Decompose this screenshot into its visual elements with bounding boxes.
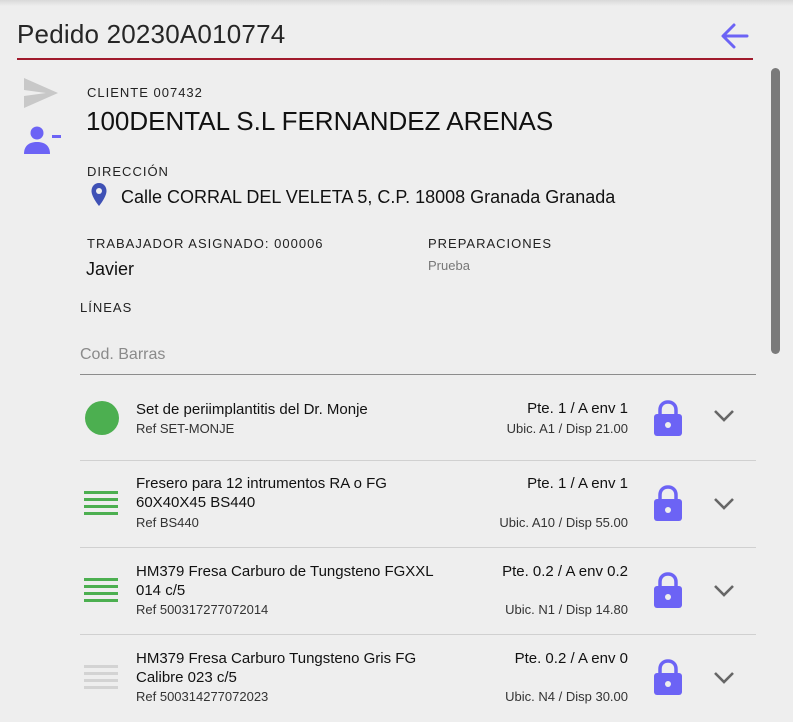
lines-green-icon: [84, 490, 118, 521]
item-name: HM379 Fresa Carburo de Tungsteno FGXXL 0…: [136, 563, 434, 599]
barcode-input[interactable]: [80, 346, 756, 364]
trabajador-label: TRABAJADOR ASIGNADO: 000006: [87, 236, 324, 251]
list-item[interactable]: HM379 Fresa Carburo Tungsteno Gris FG Ca…: [80, 636, 756, 722]
lineas-label: LÍNEAS: [80, 300, 133, 315]
direccion-label: DIRECCIÓN: [87, 164, 169, 179]
cliente-name: 100DENTAL S.L FERNANDEZ ARENAS: [86, 106, 554, 136]
list-item[interactable]: Fresero para 12 intrumentos RA o FG 60X4…: [80, 462, 756, 548]
lines-green-icon: [84, 577, 118, 608]
lock-icon[interactable]: [652, 571, 684, 614]
item-ref: Ref BS440: [136, 515, 199, 530]
item-pending: Pte. 0.2 / A env 0.2: [502, 563, 628, 580]
list-item[interactable]: HM379 Fresa Carburo de Tungsteno FGXXL 0…: [80, 549, 756, 635]
lock-icon[interactable]: [652, 658, 684, 701]
item-name: HM379 Fresa Carburo Tungsteno Gris FG Ca…: [136, 650, 417, 686]
item-pending: Pte. 1 / A env 1: [527, 400, 628, 417]
direccion-value: Calle CORRAL DEL VELETA 5, C.P. 18008 Gr…: [121, 187, 616, 207]
lock-icon[interactable]: [652, 484, 684, 527]
chevron-down-icon[interactable]: [712, 408, 736, 429]
chevron-down-icon[interactable]: [712, 583, 736, 604]
item-name: Set de periimplantitis del Dr. Monje: [136, 401, 368, 418]
item-location: Ubic. A1 / Disp 21.00: [506, 421, 628, 436]
cliente-label: CLIENTE 007432: [87, 85, 203, 100]
item-location: Ubic. N4 / Disp 30.00: [505, 689, 628, 704]
lock-icon[interactable]: [652, 399, 684, 442]
scrollbar[interactable]: [771, 68, 780, 354]
arrow-left-icon[interactable]: [717, 18, 753, 54]
header: Pedido 20230A010774: [17, 14, 753, 60]
send-icon[interactable]: [22, 76, 60, 115]
preparaciones-label: PREPARACIONES: [428, 236, 553, 251]
trabajador-value: Javier: [86, 259, 135, 279]
preparaciones-value: Prueba: [428, 258, 470, 273]
list-item[interactable]: Set de periimplantitis del Dr. Monje Ref…: [80, 375, 756, 461]
barcode-field[interactable]: [80, 338, 756, 375]
lines-grey-icon: [84, 664, 118, 695]
item-name: Fresero para 12 intrumentos RA o FG 60X4…: [136, 475, 387, 511]
chevron-down-icon[interactable]: [712, 496, 736, 517]
item-pending: Pte. 0.2 / A env 0: [514, 650, 628, 667]
item-ref: Ref 500314277072023: [136, 689, 269, 704]
remove-user-icon[interactable]: [22, 124, 62, 161]
item-ref: Ref SET-MONJE: [136, 421, 235, 436]
location-pin-icon: [90, 182, 108, 213]
item-pending: Pte. 1 / A env 1: [527, 475, 628, 492]
complete-circle-icon: [84, 400, 120, 441]
page-title: Pedido 20230A010774: [17, 19, 286, 49]
item-location: Ubic. N1 / Disp 14.80: [505, 602, 628, 617]
item-ref: Ref 500317277072014: [136, 602, 269, 617]
chevron-down-icon[interactable]: [712, 670, 736, 691]
top-shadow: [0, 0, 793, 6]
item-location: Ubic. A10 / Disp 55.00: [499, 515, 628, 530]
